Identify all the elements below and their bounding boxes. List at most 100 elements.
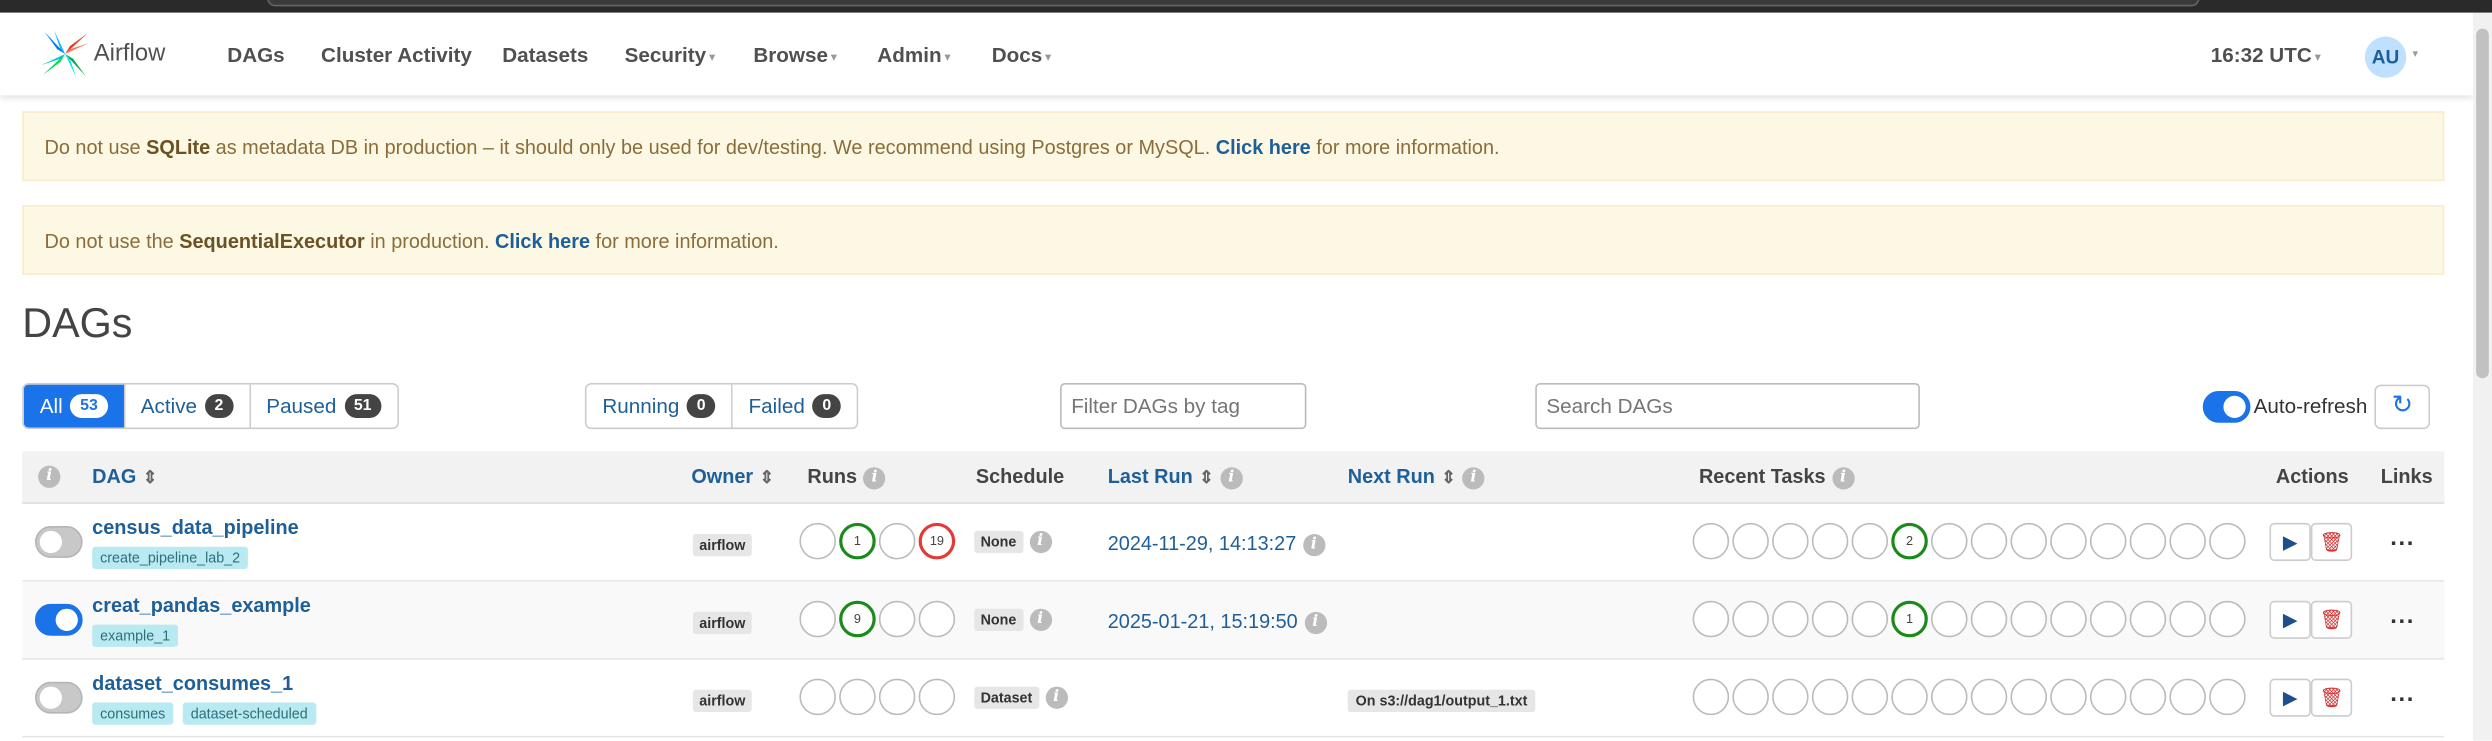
page-scrollbar[interactable] bbox=[2472, 12, 2492, 741]
schedule-badge[interactable]: Dataset bbox=[974, 686, 1039, 709]
task-status-circle[interactable] bbox=[1851, 678, 1889, 716]
info-icon[interactable]: i bbox=[38, 464, 61, 488]
owner-badge[interactable]: airflow bbox=[692, 689, 752, 713]
run-status-circle[interactable] bbox=[799, 678, 836, 716]
utc-clock[interactable]: 16:32 UTC ▾ bbox=[2211, 43, 2321, 67]
run-status-circle[interactable] bbox=[878, 600, 916, 638]
col-next-run[interactable]: Next Run ⇕ i bbox=[1348, 466, 1485, 490]
auto-refresh-toggle[interactable] bbox=[2202, 390, 2251, 423]
task-status-circle[interactable] bbox=[1772, 600, 1809, 638]
task-status-circle[interactable] bbox=[2209, 600, 2246, 638]
task-status-circle[interactable] bbox=[2169, 522, 2206, 560]
airflow-logo[interactable] bbox=[38, 27, 92, 81]
delete-dag-button[interactable]: 🗑 bbox=[2310, 678, 2353, 717]
dag-link[interactable]: census_data_pipeline bbox=[92, 517, 298, 539]
task-status-circle[interactable] bbox=[1692, 600, 1730, 638]
task-status-circle[interactable] bbox=[1692, 522, 1730, 560]
task-status-circle[interactable] bbox=[1811, 522, 1849, 560]
task-status-circle[interactable] bbox=[2089, 678, 2127, 716]
task-status-circle[interactable] bbox=[1970, 678, 2008, 716]
refresh-button[interactable]: ↻ bbox=[2374, 384, 2431, 430]
info-icon[interactable]: i bbox=[1304, 611, 1327, 634]
info-icon[interactable]: i bbox=[1462, 466, 1485, 490]
col-owner[interactable]: Owner ⇕ bbox=[691, 466, 774, 488]
task-status-circle[interactable] bbox=[1732, 678, 1769, 716]
run-status-circle[interactable] bbox=[799, 522, 836, 560]
nav-security[interactable]: Security ▾ bbox=[625, 43, 715, 67]
nav-admin[interactable]: Admin ▾ bbox=[877, 43, 950, 67]
task-status-circle[interactable] bbox=[2209, 678, 2246, 716]
dag-tag[interactable]: create_pipeline_lab_2 bbox=[92, 546, 249, 569]
nav-dags[interactable]: DAGs bbox=[227, 43, 284, 67]
filter-running[interactable]: Running 0 bbox=[586, 384, 733, 428]
task-status-circle[interactable] bbox=[2129, 522, 2167, 560]
chevron-down-icon[interactable]: ▾ bbox=[2413, 48, 2419, 60]
task-status-circle[interactable] bbox=[2050, 678, 2087, 716]
task-status-circle[interactable] bbox=[1811, 600, 1849, 638]
task-status-circle[interactable]: 1 bbox=[1891, 600, 1928, 638]
task-status-circle[interactable] bbox=[2050, 522, 2087, 560]
run-status-circle[interactable] bbox=[799, 600, 836, 638]
owner-badge[interactable]: airflow bbox=[692, 534, 752, 557]
task-status-circle[interactable] bbox=[2050, 600, 2087, 638]
task-status-circle[interactable] bbox=[1732, 522, 1769, 560]
task-status-circle[interactable] bbox=[2010, 678, 2048, 716]
info-icon[interactable]: i bbox=[1029, 608, 1052, 631]
last-run[interactable]: 2024-11-29, 14:13:27 i bbox=[1108, 532, 1325, 556]
task-status-circle[interactable] bbox=[1930, 522, 1968, 560]
info-icon[interactable]: i bbox=[863, 466, 886, 490]
task-status-circle[interactable] bbox=[2089, 522, 2127, 560]
tag-filter-input[interactable] bbox=[1060, 383, 1307, 430]
filter-all[interactable]: All 53 bbox=[23, 384, 125, 428]
dag-tag[interactable]: dataset-scheduled bbox=[182, 702, 316, 725]
task-status-circle[interactable] bbox=[1851, 600, 1889, 638]
dag-tag[interactable]: example_1 bbox=[92, 624, 179, 647]
info-icon[interactable]: i bbox=[1831, 466, 1855, 490]
task-status-circle[interactable] bbox=[1970, 600, 2008, 638]
info-icon[interactable]: i bbox=[1044, 686, 1068, 709]
delete-dag-button[interactable]: 🗑 bbox=[2310, 522, 2353, 562]
links-menu[interactable]: ... bbox=[2390, 524, 2415, 551]
col-last-run[interactable]: Last Run ⇕ i bbox=[1108, 466, 1243, 490]
task-status-circle[interactable] bbox=[2010, 600, 2048, 638]
last-run[interactable]: 2025-01-21, 15:19:50 i bbox=[1108, 610, 1327, 634]
next-run-badge[interactable]: On s3://dag1/output_1.txt bbox=[1347, 689, 1536, 713]
dag-tag[interactable]: consumes bbox=[92, 702, 174, 725]
task-status-circle[interactable] bbox=[1851, 522, 1889, 560]
run-status-circle[interactable] bbox=[839, 678, 876, 716]
task-status-circle[interactable] bbox=[1732, 600, 1769, 638]
alert-link[interactable]: Click here bbox=[1216, 137, 1311, 159]
trigger-dag-button[interactable]: ▶ bbox=[2269, 678, 2311, 717]
task-status-circle[interactable] bbox=[1772, 678, 1809, 716]
dag-link[interactable]: creat_pandas_example bbox=[92, 594, 311, 616]
task-status-circle[interactable] bbox=[2169, 600, 2206, 638]
task-status-circle[interactable] bbox=[2129, 600, 2167, 638]
task-status-circle[interactable] bbox=[1891, 678, 1928, 716]
filter-failed[interactable]: Failed 0 bbox=[732, 384, 857, 428]
task-status-circle[interactable] bbox=[1930, 600, 1968, 638]
task-status-circle[interactable] bbox=[1772, 522, 1809, 560]
nav-datasets[interactable]: Datasets bbox=[502, 43, 588, 67]
search-input[interactable] bbox=[1535, 383, 1920, 430]
run-status-circle[interactable] bbox=[878, 522, 916, 560]
dag-pause-toggle[interactable] bbox=[34, 681, 83, 714]
trigger-dag-button[interactable]: ▶ bbox=[2269, 522, 2311, 562]
run-status-circle[interactable] bbox=[918, 600, 956, 638]
run-status-circle[interactable] bbox=[878, 678, 916, 716]
run-status-circle[interactable] bbox=[918, 678, 956, 716]
nav-browse[interactable]: Browse ▾ bbox=[753, 43, 836, 67]
task-status-circle[interactable] bbox=[1970, 522, 2008, 560]
info-icon[interactable]: i bbox=[1029, 530, 1052, 554]
task-status-circle[interactable]: 2 bbox=[1891, 522, 1928, 560]
info-icon[interactable]: i bbox=[1302, 533, 1325, 556]
delete-dag-button[interactable]: 🗑 bbox=[2310, 600, 2353, 639]
task-status-circle[interactable] bbox=[2169, 678, 2206, 716]
brand-name[interactable]: Airflow bbox=[94, 40, 166, 67]
col-dag[interactable]: DAG ⇕ bbox=[92, 466, 157, 488]
alert-link[interactable]: Click here bbox=[495, 230, 590, 252]
nav-cluster-activity[interactable]: Cluster Activity bbox=[321, 43, 472, 67]
dag-link[interactable]: dataset_consumes_1 bbox=[92, 672, 293, 694]
task-status-circle[interactable] bbox=[1692, 678, 1730, 716]
task-status-circle[interactable] bbox=[1811, 678, 1849, 716]
run-status-circle[interactable]: 9 bbox=[839, 600, 876, 638]
